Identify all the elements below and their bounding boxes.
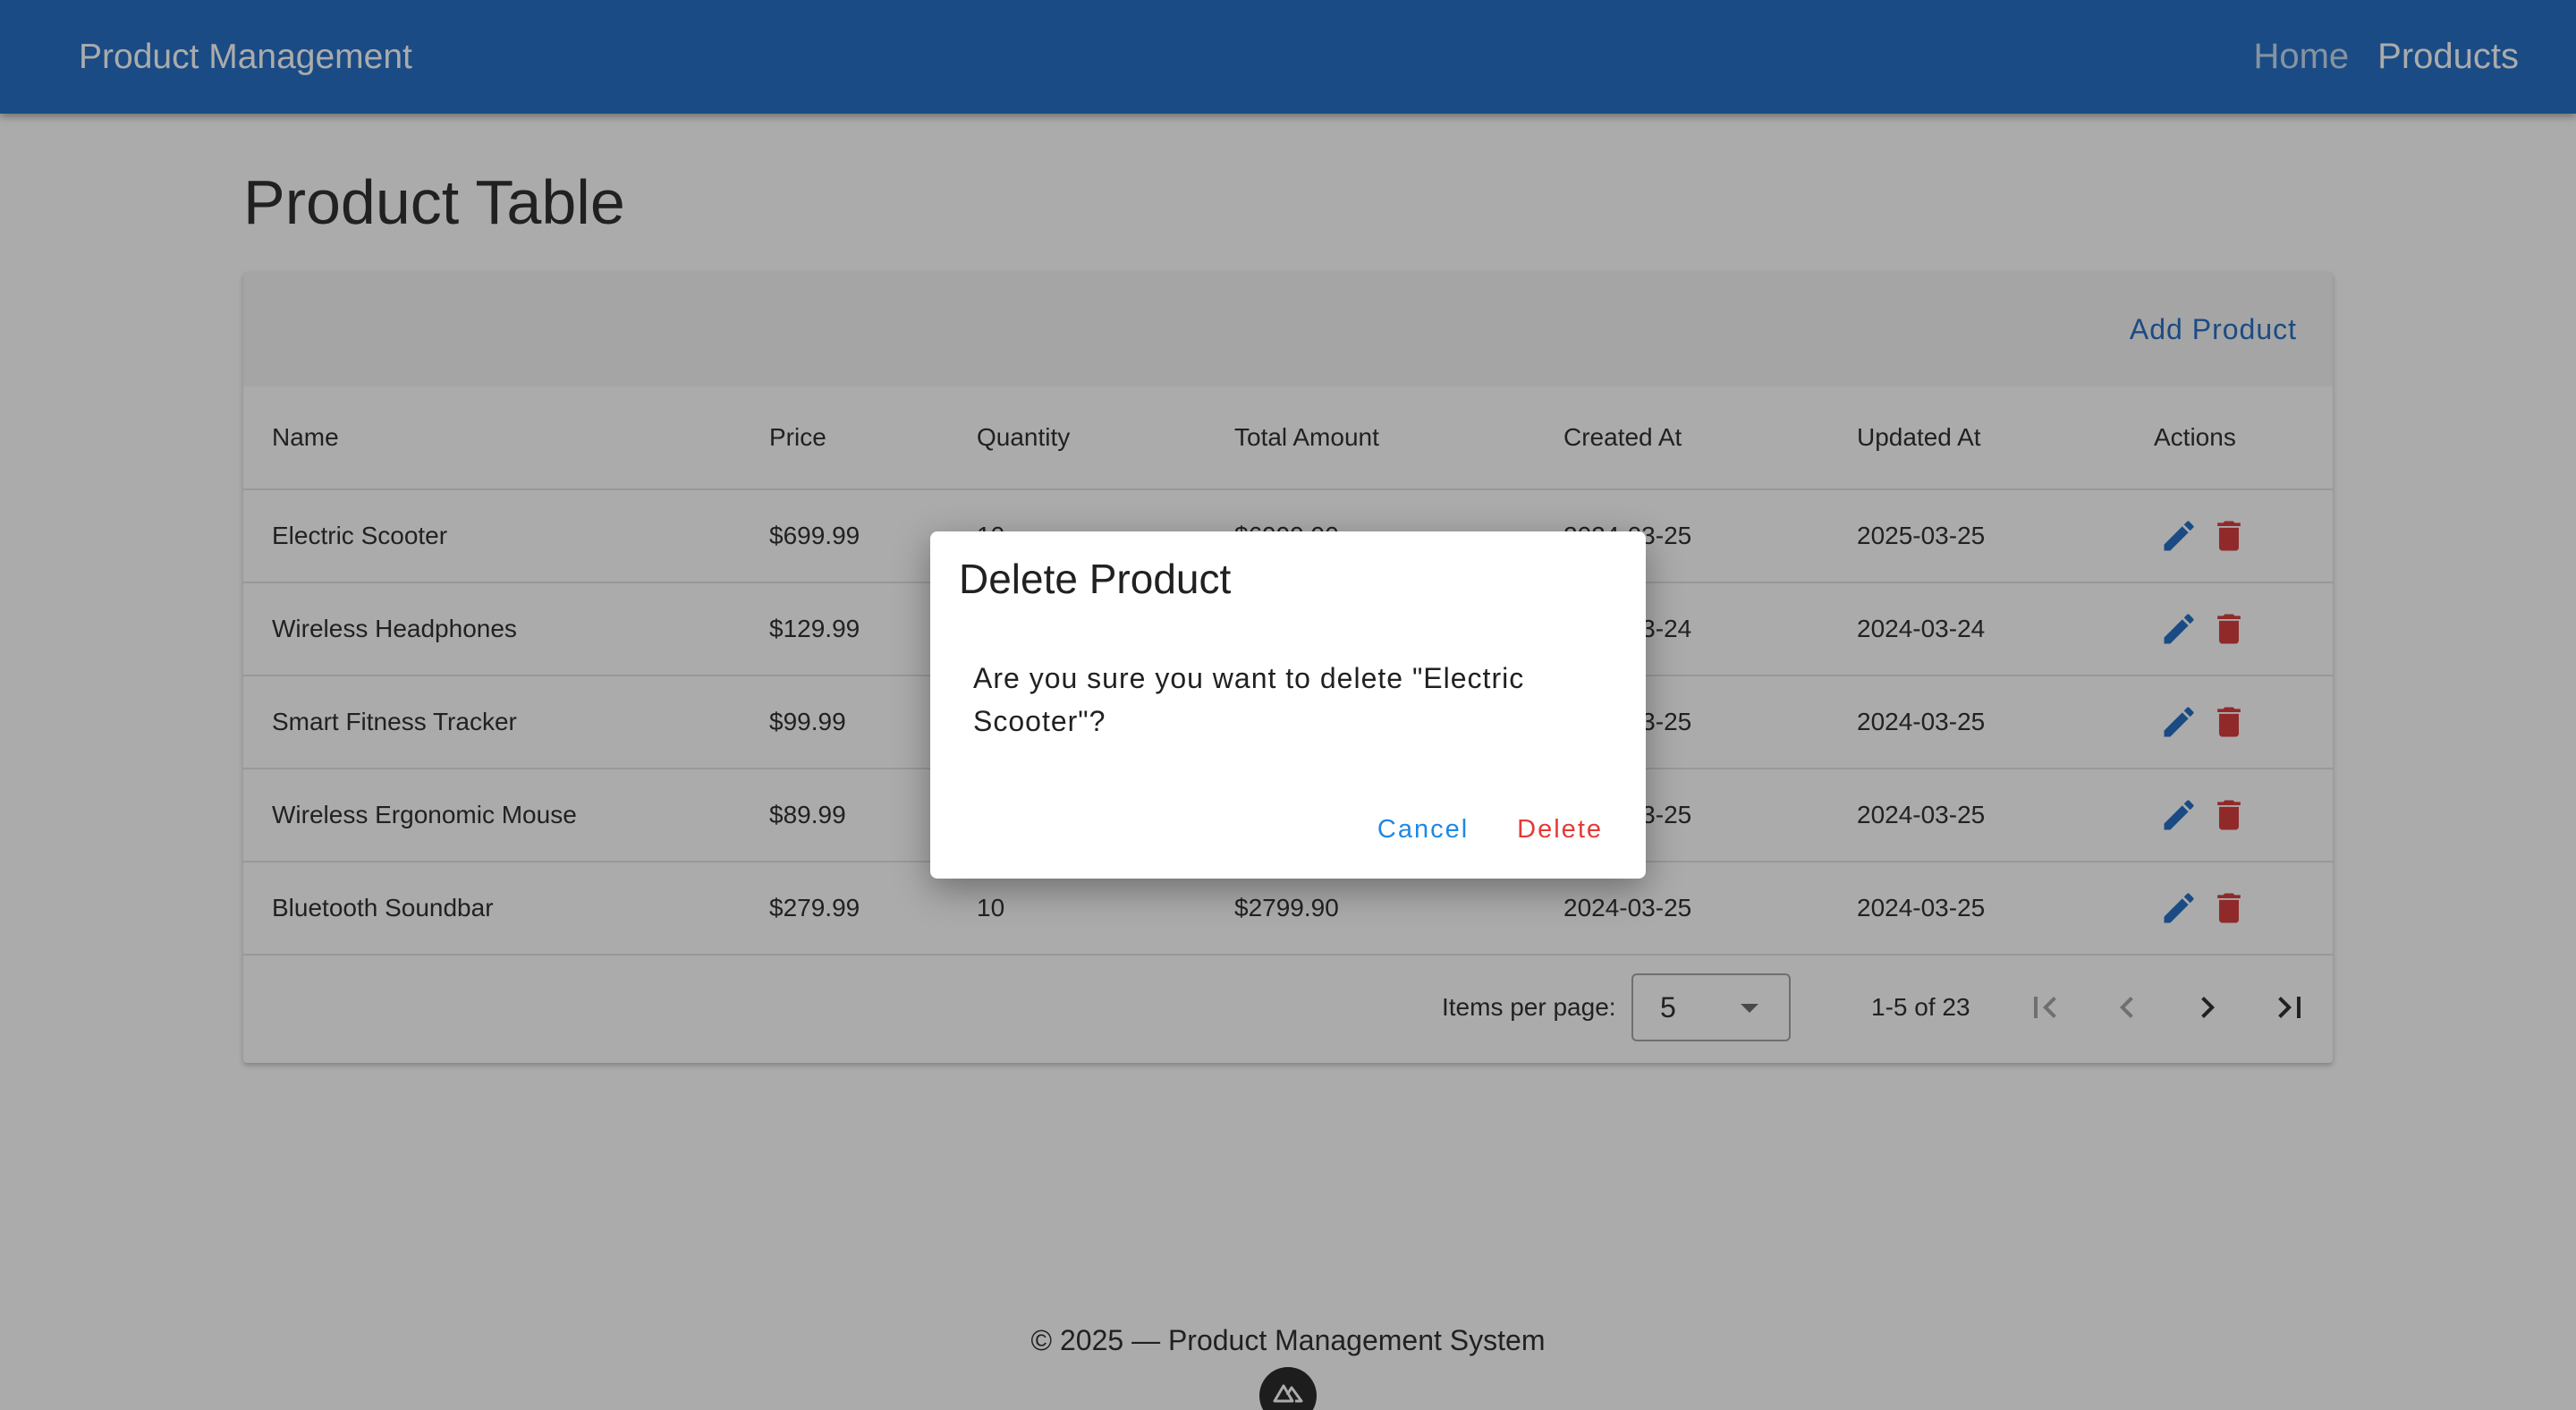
dialog-message: Are you sure you want to delete "Electri… xyxy=(973,662,1525,737)
cancel-button[interactable]: Cancel xyxy=(1363,806,1483,854)
delete-product-dialog: Delete Product Are you sure you want to … xyxy=(930,531,1646,879)
dialog-title: Delete Product xyxy=(959,556,1232,602)
confirm-delete-button[interactable]: Delete xyxy=(1503,806,1617,854)
app-root: Product Management Home Products Product… xyxy=(0,0,2576,1410)
dialog-actions: Cancel Delete xyxy=(1343,806,1617,854)
